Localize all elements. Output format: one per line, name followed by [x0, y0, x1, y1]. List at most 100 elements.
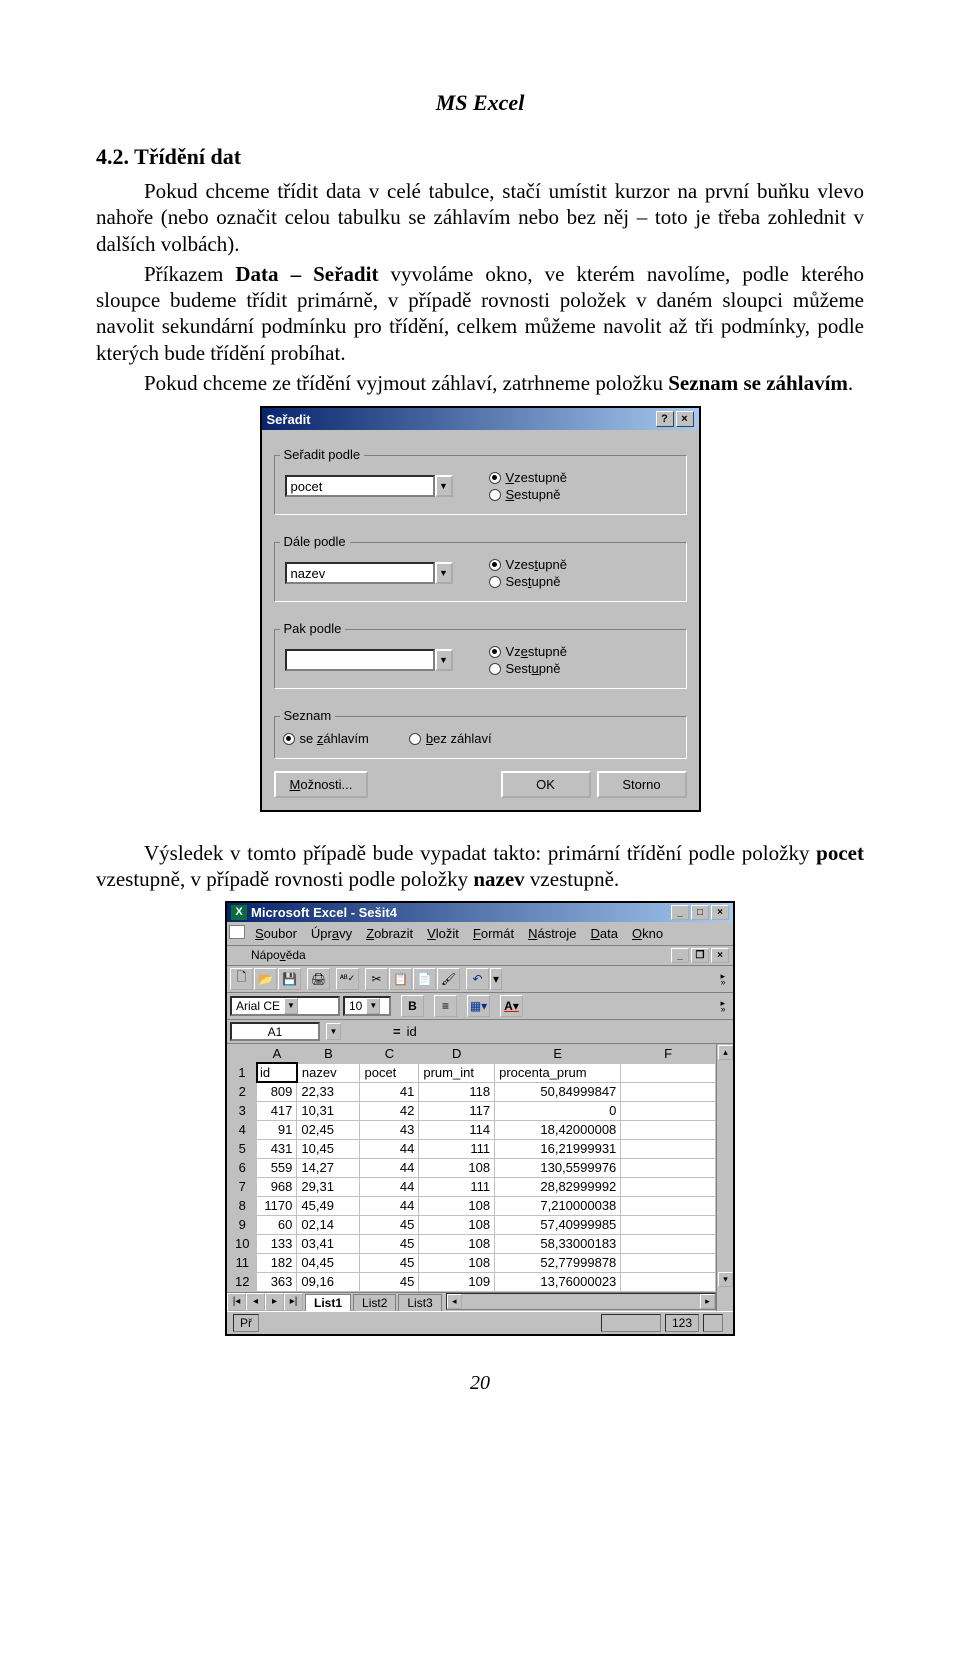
undo-dropdown[interactable]: ▾ [490, 968, 502, 990]
toolbar-more-icon[interactable]: ▸» [716, 973, 730, 985]
radio-with-header[interactable] [283, 733, 295, 745]
scroll-up-icon[interactable]: ▴ [718, 1045, 733, 1060]
row-head[interactable]: 12 [228, 1272, 257, 1291]
tab-prev-icon[interactable]: ◂ [246, 1293, 265, 1311]
cell[interactable]: 52,77999878 [495, 1253, 621, 1272]
cell[interactable]: 130,5599976 [495, 1158, 621, 1177]
doc-restore-button[interactable]: ❐ [691, 948, 709, 963]
size-combo[interactable]: 10▼ [343, 996, 391, 1016]
cell[interactable]: 109 [419, 1272, 495, 1291]
doc-close-button[interactable]: × [711, 948, 729, 963]
cell[interactable]: 108 [419, 1196, 495, 1215]
borders-icon[interactable]: ▦▾ [467, 995, 490, 1017]
cell[interactable]: 0 [495, 1101, 621, 1120]
cell[interactable]: 111 [419, 1177, 495, 1196]
spelling-icon[interactable]: ᴬᴮ✓ [336, 968, 359, 990]
menu-nastroje[interactable]: Nástroje [522, 925, 582, 942]
cell[interactable]: 108 [419, 1234, 495, 1253]
cell[interactable]: 16,21999931 [495, 1139, 621, 1158]
cell[interactable]: 1170 [257, 1196, 297, 1215]
sort-primary-combo[interactable]: pocet [285, 475, 435, 497]
cell[interactable] [621, 1215, 716, 1234]
undo-icon[interactable]: ↶ [466, 968, 489, 990]
row-head[interactable]: 7 [228, 1177, 257, 1196]
radio-asc-3[interactable] [489, 646, 501, 658]
cell[interactable]: 45,49 [297, 1196, 360, 1215]
cell[interactable]: 118 [419, 1082, 495, 1101]
doc-icon[interactable] [229, 925, 245, 939]
menu-upravy[interactable]: Úpravy [305, 925, 358, 942]
cell-A1[interactable]: id [257, 1063, 297, 1082]
format-painter-icon[interactable]: 🖌 [437, 968, 460, 990]
cancel-button[interactable]: Storno [597, 771, 687, 798]
options-button[interactable]: Možnosti... [274, 771, 369, 798]
maximize-button[interactable]: □ [691, 905, 709, 920]
cell[interactable] [621, 1139, 716, 1158]
name-box[interactable]: A1 [230, 1022, 320, 1041]
cell[interactable]: procenta_prum [495, 1063, 621, 1082]
radio-desc-1[interactable] [489, 489, 501, 501]
cell[interactable]: 44 [360, 1196, 419, 1215]
formula-bar-value[interactable]: id [407, 1024, 417, 1039]
cell[interactable]: 117 [419, 1101, 495, 1120]
col-head-C[interactable]: C [360, 1044, 419, 1063]
cell[interactable]: 417 [257, 1101, 297, 1120]
namebox-dropdown[interactable]: ▼ [326, 1023, 341, 1040]
cell[interactable]: 7,210000038 [495, 1196, 621, 1215]
row-head[interactable]: 6 [228, 1158, 257, 1177]
open-icon[interactable]: 📂 [254, 968, 277, 990]
cell[interactable]: 111 [419, 1139, 495, 1158]
sort-tertiary-combo[interactable] [285, 649, 435, 671]
menu-vlozit[interactable]: Vložit [421, 925, 465, 942]
dropdown-icon[interactable]: ▼ [435, 562, 453, 584]
close-window-button[interactable]: × [711, 905, 729, 920]
col-head-B[interactable]: B [297, 1044, 360, 1063]
doc-minimize-button[interactable]: _ [671, 948, 689, 963]
cell[interactable]: 57,40999985 [495, 1215, 621, 1234]
fmtbar-more-icon[interactable]: ▸» [716, 1000, 730, 1012]
ok-button[interactable]: OK [501, 771, 591, 798]
cell[interactable] [621, 1082, 716, 1101]
radio-asc-1[interactable] [489, 472, 501, 484]
cell[interactable]: 58,33000183 [495, 1234, 621, 1253]
cell[interactable]: 133 [257, 1234, 297, 1253]
menu-napoveda[interactable]: Nápověda [231, 948, 306, 962]
chevron-down-icon[interactable]: ▼ [284, 998, 298, 1014]
cell[interactable]: 29,31 [297, 1177, 360, 1196]
cell[interactable]: 50,84999847 [495, 1082, 621, 1101]
bold-icon[interactable]: B [401, 995, 424, 1017]
cell[interactable]: 559 [257, 1158, 297, 1177]
cell[interactable] [621, 1253, 716, 1272]
menu-okno[interactable]: Okno [626, 925, 669, 942]
dropdown-icon[interactable]: ▼ [435, 649, 453, 671]
row-head[interactable]: 10 [228, 1234, 257, 1253]
close-button[interactable]: × [676, 411, 694, 427]
cell[interactable]: pocet [360, 1063, 419, 1082]
cell[interactable]: 02,14 [297, 1215, 360, 1234]
cell[interactable]: 45 [360, 1215, 419, 1234]
select-all-corner[interactable] [228, 1044, 257, 1063]
cell[interactable]: 108 [419, 1215, 495, 1234]
tab-first-icon[interactable]: |◂ [227, 1293, 246, 1311]
col-head-D[interactable]: D [419, 1044, 495, 1063]
cell[interactable]: 42 [360, 1101, 419, 1120]
cell[interactable]: 45 [360, 1253, 419, 1272]
cell[interactable] [621, 1101, 716, 1120]
sheet-tab-3[interactable]: List3 [398, 1294, 441, 1311]
row-head[interactable]: 4 [228, 1120, 257, 1139]
radio-no-header[interactable] [409, 733, 421, 745]
col-head-F[interactable]: F [621, 1044, 716, 1063]
cell[interactable] [621, 1177, 716, 1196]
radio-asc-2[interactable] [489, 559, 501, 571]
row-head[interactable]: 3 [228, 1101, 257, 1120]
font-combo[interactable]: Arial CE▼ [230, 996, 340, 1016]
row-head[interactable]: 11 [228, 1253, 257, 1272]
menu-zobrazit[interactable]: Zobrazit [360, 925, 419, 942]
cell[interactable]: 10,31 [297, 1101, 360, 1120]
cell[interactable]: 44 [360, 1139, 419, 1158]
copy-icon[interactable]: 📋 [389, 968, 412, 990]
cell[interactable]: 02,45 [297, 1120, 360, 1139]
minimize-button[interactable]: _ [671, 905, 689, 920]
cell[interactable] [621, 1196, 716, 1215]
radio-desc-2[interactable] [489, 576, 501, 588]
